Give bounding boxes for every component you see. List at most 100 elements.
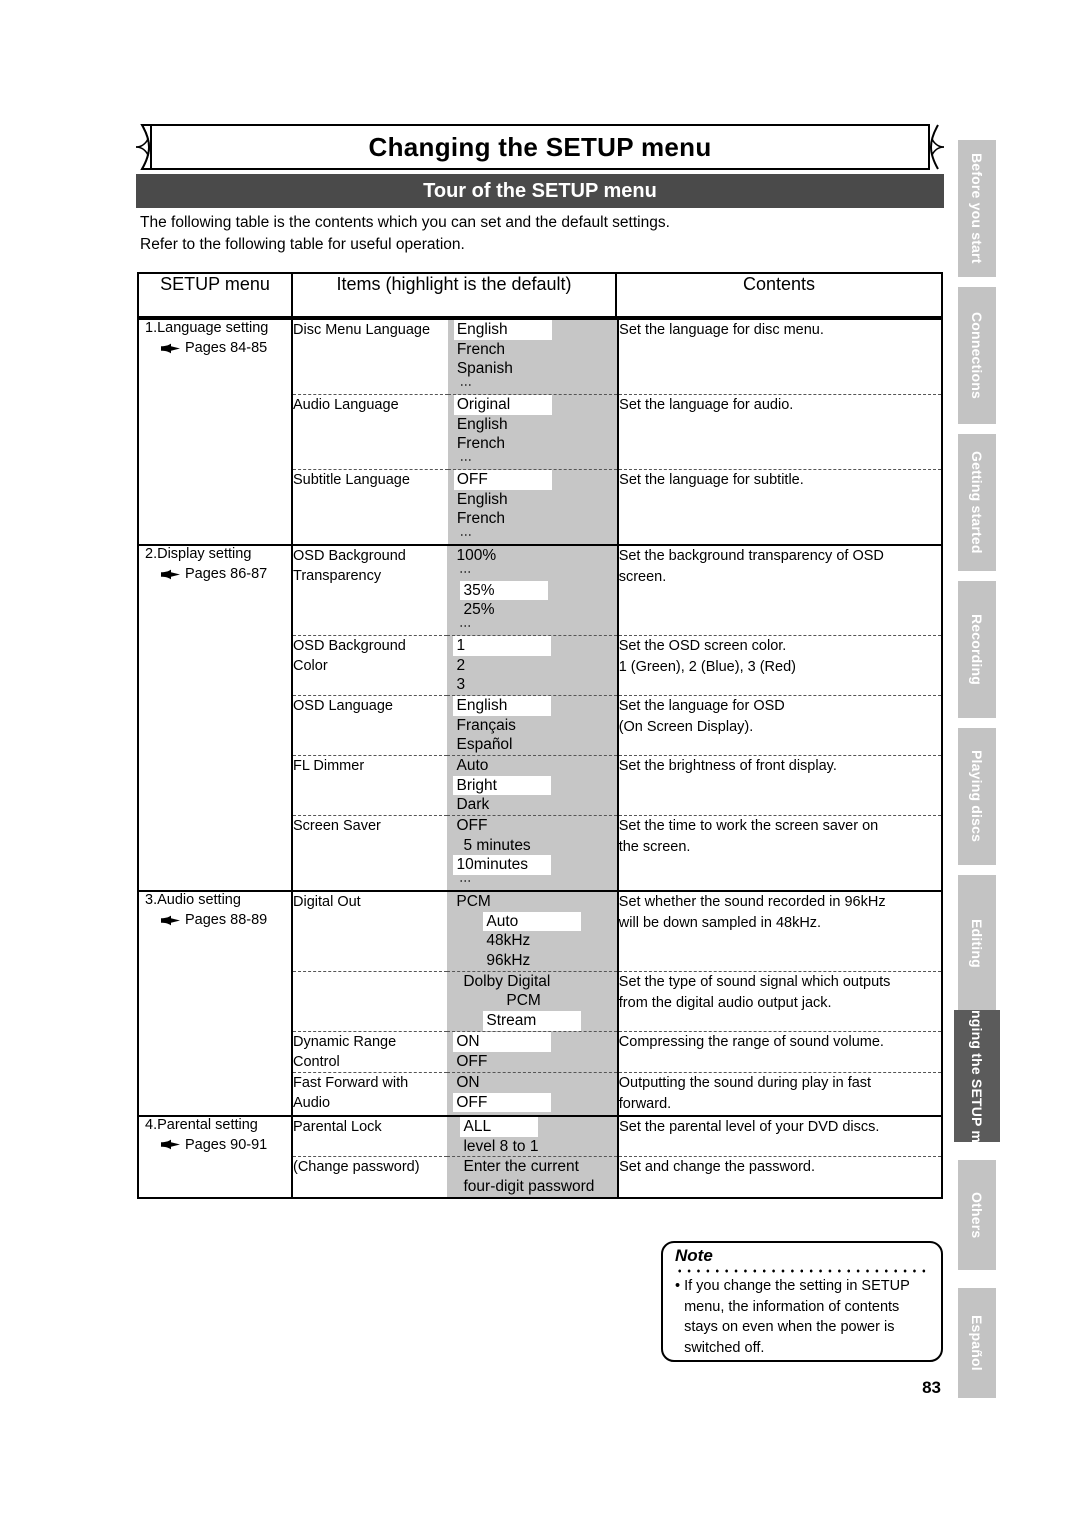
option-value[interactable]: 2 — [447, 656, 616, 676]
option-default-highlight[interactable]: English — [447, 696, 616, 716]
option-value[interactable]: OFF — [447, 816, 616, 836]
setting-item: FL Dimmer — [293, 755, 448, 816]
option-value[interactable]: Français — [447, 716, 616, 736]
option-value[interactable]: OFF — [447, 1052, 616, 1072]
option-value[interactable]: French — [448, 509, 617, 529]
setting-description: Set the OSD screen color. 1 (Green), 2 (B… — [616, 635, 941, 696]
setting-item-line: Color — [293, 658, 328, 675]
note-box: Note • If you change the setting in SETU… — [661, 1241, 943, 1362]
setting-item-line: OSD Background — [293, 638, 406, 655]
setting-item-line: Digital Out — [293, 894, 361, 911]
option-default-highlight[interactable]: ON — [447, 1031, 616, 1052]
option-continuation-icon: ⋮ — [459, 529, 473, 542]
chapter-tab-before-you-start[interactable]: Before you start — [958, 140, 996, 277]
option-value[interactable]: French — [448, 434, 617, 454]
setting-description: Set the language for subtitle. — [617, 469, 941, 545]
setting-options: Auto Bright Dark — [447, 755, 618, 816]
chapter-tab-label: Recording — [969, 613, 985, 686]
arrow-right-icon — [161, 1139, 180, 1150]
setup-group-row: 1.Language setting Pages 84-85 Disc Menu L… — [139, 317, 941, 546]
setting-options: ON OFF — [447, 1071, 618, 1115]
table-row: Disc Menu Language English French Spanish ⋮ S… — [293, 320, 941, 395]
option-value[interactable]: English — [448, 415, 617, 435]
column-header-setup-menu: SETUP menu — [138, 273, 293, 318]
option-value[interactable]: level 8 to 1 — [447, 1137, 617, 1157]
option-default-highlight[interactable]: 10minutes — [447, 855, 616, 876]
setup-group-name: 3.Audio setting — [145, 892, 241, 909]
setting-options: 100% ⋮ 35% 25% ⋮ — [447, 546, 618, 636]
option-default-highlight[interactable]: 1 — [447, 636, 616, 656]
setting-description: Set whether the sound recorded in 96kHz w… — [616, 892, 941, 972]
option-value[interactable]: Spanish — [448, 359, 617, 379]
setting-description-line: Set the language for OSD — [618, 698, 785, 715]
table-row: FL Dimmer Auto Bright Dark Set the brightnes… — [293, 755, 941, 816]
setting-description-line: Set the language for disc menu. — [619, 322, 824, 338]
option-continuation-icon: ⋮ — [458, 875, 473, 888]
option-value[interactable]: Español — [447, 735, 616, 755]
option-value[interactable]: Auto — [447, 756, 616, 776]
setting-item-line: FL Dimmer — [293, 758, 365, 775]
option-default-highlight[interactable]: Original — [448, 395, 617, 415]
option-value[interactable]: 96kHz — [447, 951, 616, 971]
setup-group-row: 3.Audio setting Pages 88-89 Digital Out PCM… — [139, 890, 941, 1116]
arrow-right-icon — [161, 915, 180, 926]
setup-group-pages[interactable]: Pages 88-89 — [139, 912, 291, 928]
setup-group-pages[interactable]: Pages 90-91 — [139, 1137, 291, 1153]
setting-description: Set the language for disc menu. — [617, 320, 941, 395]
option-value[interactable]: 25% — [447, 600, 616, 620]
option-value[interactable]: ON — [447, 1073, 616, 1093]
setup-group-pages-label: Pages 90-91 — [185, 1136, 268, 1153]
setup-group-pages[interactable]: Pages 84-85 — [139, 340, 291, 356]
option-default-highlight[interactable]: OFF — [447, 1092, 616, 1113]
setting-description: Set the background transparency of OSD sc… — [616, 546, 941, 636]
option-default-highlight[interactable]: ALL — [447, 1116, 617, 1137]
option-default-highlight[interactable]: English — [448, 320, 617, 340]
column-header-items: Items (highlight is the default) — [292, 273, 617, 318]
setup-menu-table: SETUP menu Items (highlight is the defau… — [137, 272, 943, 1199]
setting-description: Set and change the password. — [617, 1156, 941, 1197]
table-row: OSD Language English Français Español Set th… — [293, 695, 941, 756]
setting-item-line: Transparency — [293, 568, 382, 585]
option-value[interactable]: PCM — [447, 892, 616, 912]
chapter-tab-changing-the-setup-menu[interactable]: Changing the SETUP menu — [954, 1010, 1000, 1142]
option-value[interactable]: 5 minutes — [447, 836, 616, 856]
note-dotted-rule — [675, 1268, 931, 1274]
setup-group-pages[interactable]: Pages 86-87 — [139, 566, 291, 582]
note-text: If you change the setting in SETUP menu, … — [684, 1278, 910, 1357]
chapter-tab-playing-discs[interactable]: Playing discs — [958, 728, 996, 865]
setting-description-line: Set the background transparency of OSD — [618, 548, 884, 565]
chapter-tab-editing[interactable]: Editing — [958, 875, 996, 1012]
table-row: Subtitle Language OFF English French ⋮ Set th… — [293, 469, 941, 545]
option-value[interactable]: Dolby Digital — [447, 972, 616, 992]
option-default-highlight[interactable]: Bright — [447, 775, 616, 796]
chapter-tab-getting-started[interactable]: Getting started — [958, 434, 996, 571]
setting-item: Disc Menu Language — [293, 320, 448, 395]
note-body: • If you change the setting in SETUP menu… — [675, 1276, 931, 1359]
option-value[interactable]: 3 — [447, 675, 616, 695]
option-value[interactable]: four-digit password — [447, 1177, 617, 1197]
option-value[interactable]: French — [448, 340, 617, 360]
option-default-highlight[interactable]: 35% — [447, 580, 616, 601]
option-default-highlight[interactable]: Stream — [447, 1011, 616, 1031]
setting-description-line: Set the type of sound signal which outpu… — [618, 973, 891, 990]
option-value[interactable]: 100% — [447, 546, 616, 566]
option-value[interactable]: Enter the current — [447, 1157, 617, 1177]
chapter-tab-connections[interactable]: Connections — [958, 287, 996, 424]
setup-group-row: 4.Parental setting Pages 90-91 Parental Lo… — [139, 1114, 941, 1197]
option-value[interactable]: 48kHz — [447, 931, 616, 951]
option-value[interactable]: English — [448, 490, 617, 510]
setup-group-3: 3.Audio setting Pages 88-89 — [139, 890, 293, 1116]
option-default-highlight[interactable]: OFF — [448, 470, 617, 490]
option-value[interactable]: PCM — [447, 991, 616, 1011]
option-default-highlight[interactable]: Auto — [447, 911, 616, 932]
arrow-right-icon — [161, 343, 180, 354]
option-continuation-icon: ⋮ — [458, 565, 473, 578]
option-value[interactable]: Dark — [447, 795, 616, 815]
chapter-tab-espa-ol[interactable]: Español — [958, 1288, 996, 1398]
setting-description: Compressing the range of sound volume. — [616, 1030, 941, 1073]
setting-options: PCM Auto 48kHz 96kHz — [447, 892, 618, 972]
chapter-tab-recording[interactable]: Recording — [958, 581, 996, 718]
setting-item-line: Screen Saver — [293, 818, 381, 835]
chapter-tab-others[interactable]: Others — [958, 1160, 996, 1270]
setting-description-line: will be down sampled in 48kHz. — [618, 915, 822, 932]
